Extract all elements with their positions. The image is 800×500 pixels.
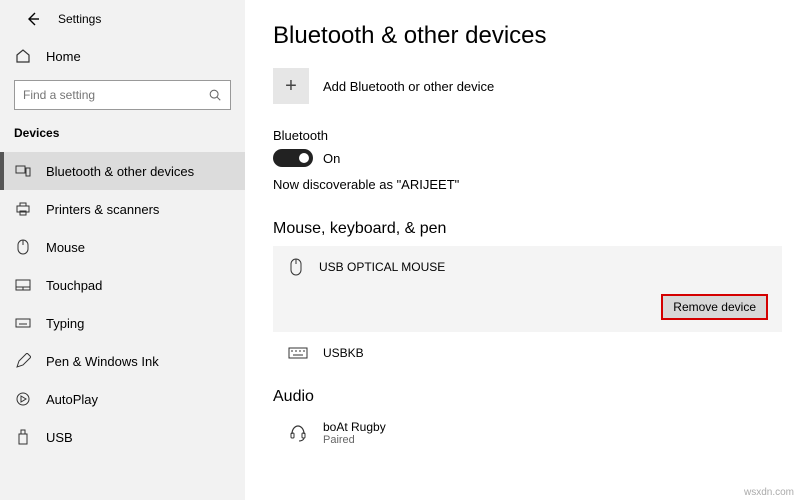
home-button[interactable]: Home xyxy=(0,42,245,70)
device-card-selected[interactable]: USB OPTICAL MOUSE Remove device xyxy=(273,246,782,332)
nav-label: USB xyxy=(46,430,73,445)
nav-printers[interactable]: Printers & scanners xyxy=(0,190,245,228)
nav-autoplay[interactable]: AutoPlay xyxy=(0,380,245,418)
device-name: USB OPTICAL MOUSE xyxy=(319,260,445,274)
nav-label: Printers & scanners xyxy=(46,202,159,217)
page-title: Bluetooth & other devices xyxy=(273,22,782,50)
audio-device-name: boAt Rugby xyxy=(323,420,386,434)
home-label: Home xyxy=(46,49,81,64)
section-mouse-keyboard: Mouse, keyboard, & pen xyxy=(273,220,782,238)
add-device-button[interactable]: + Add Bluetooth or other device xyxy=(273,68,782,104)
keyboard-icon xyxy=(14,318,32,328)
nav-label: Mouse xyxy=(46,240,85,255)
home-icon xyxy=(14,48,32,64)
bluetooth-label: Bluetooth xyxy=(273,128,782,143)
discoverable-text: Now discoverable as "ARIJEET" xyxy=(273,177,782,192)
bluetooth-toggle-row: On xyxy=(273,149,782,167)
headset-icon xyxy=(287,424,309,442)
usb-icon xyxy=(14,429,32,445)
devices-icon xyxy=(14,164,32,178)
device-name: USBKB xyxy=(323,346,364,360)
bluetooth-state: On xyxy=(323,151,340,166)
mouse-icon xyxy=(287,258,305,276)
main-panel: Bluetooth & other devices + Add Bluetoot… xyxy=(245,0,800,500)
bluetooth-toggle[interactable] xyxy=(273,149,313,167)
search-box[interactable] xyxy=(14,80,231,110)
nav-mouse[interactable]: Mouse xyxy=(0,228,245,266)
autoplay-icon xyxy=(14,392,32,406)
sidebar: Settings Home Devices Bluetooth & other … xyxy=(0,0,245,500)
nav-usb[interactable]: USB xyxy=(0,418,245,456)
nav-label: Touchpad xyxy=(46,278,102,293)
discover-name: "ARIJEET" xyxy=(397,177,460,192)
pen-icon xyxy=(14,353,32,369)
watermark: wsxdn.com xyxy=(744,487,794,498)
touchpad-icon xyxy=(14,279,32,291)
nav-pen[interactable]: Pen & Windows Ink xyxy=(0,342,245,380)
search-container xyxy=(0,80,245,124)
nav-label: Typing xyxy=(46,316,84,331)
back-button[interactable] xyxy=(24,10,42,28)
audio-device-status: Paired xyxy=(323,434,386,446)
search-icon xyxy=(208,88,222,102)
device-row-audio[interactable]: boAt Rugby Paired xyxy=(273,414,782,452)
keyboard-icon xyxy=(287,347,309,359)
nav-touchpad[interactable]: Touchpad xyxy=(0,266,245,304)
nav-bluetooth[interactable]: Bluetooth & other devices xyxy=(0,152,245,190)
plus-icon: + xyxy=(273,68,309,104)
category-title: Devices xyxy=(0,124,245,152)
mouse-icon xyxy=(14,239,32,255)
nav-label: AutoPlay xyxy=(46,392,98,407)
search-input[interactable] xyxy=(23,88,208,102)
add-device-label: Add Bluetooth or other device xyxy=(323,79,494,94)
section-audio: Audio xyxy=(273,388,782,406)
printer-icon xyxy=(14,202,32,216)
device-row[interactable]: USBKB xyxy=(273,340,782,366)
discover-prefix: Now discoverable as xyxy=(273,177,397,192)
window-header: Settings xyxy=(0,10,245,42)
remove-device-button[interactable]: Remove device xyxy=(661,294,768,320)
nav-typing[interactable]: Typing xyxy=(0,304,245,342)
back-arrow-icon xyxy=(26,12,40,26)
nav-label: Pen & Windows Ink xyxy=(46,354,159,369)
window-title: Settings xyxy=(58,12,101,26)
nav-label: Bluetooth & other devices xyxy=(46,164,194,179)
